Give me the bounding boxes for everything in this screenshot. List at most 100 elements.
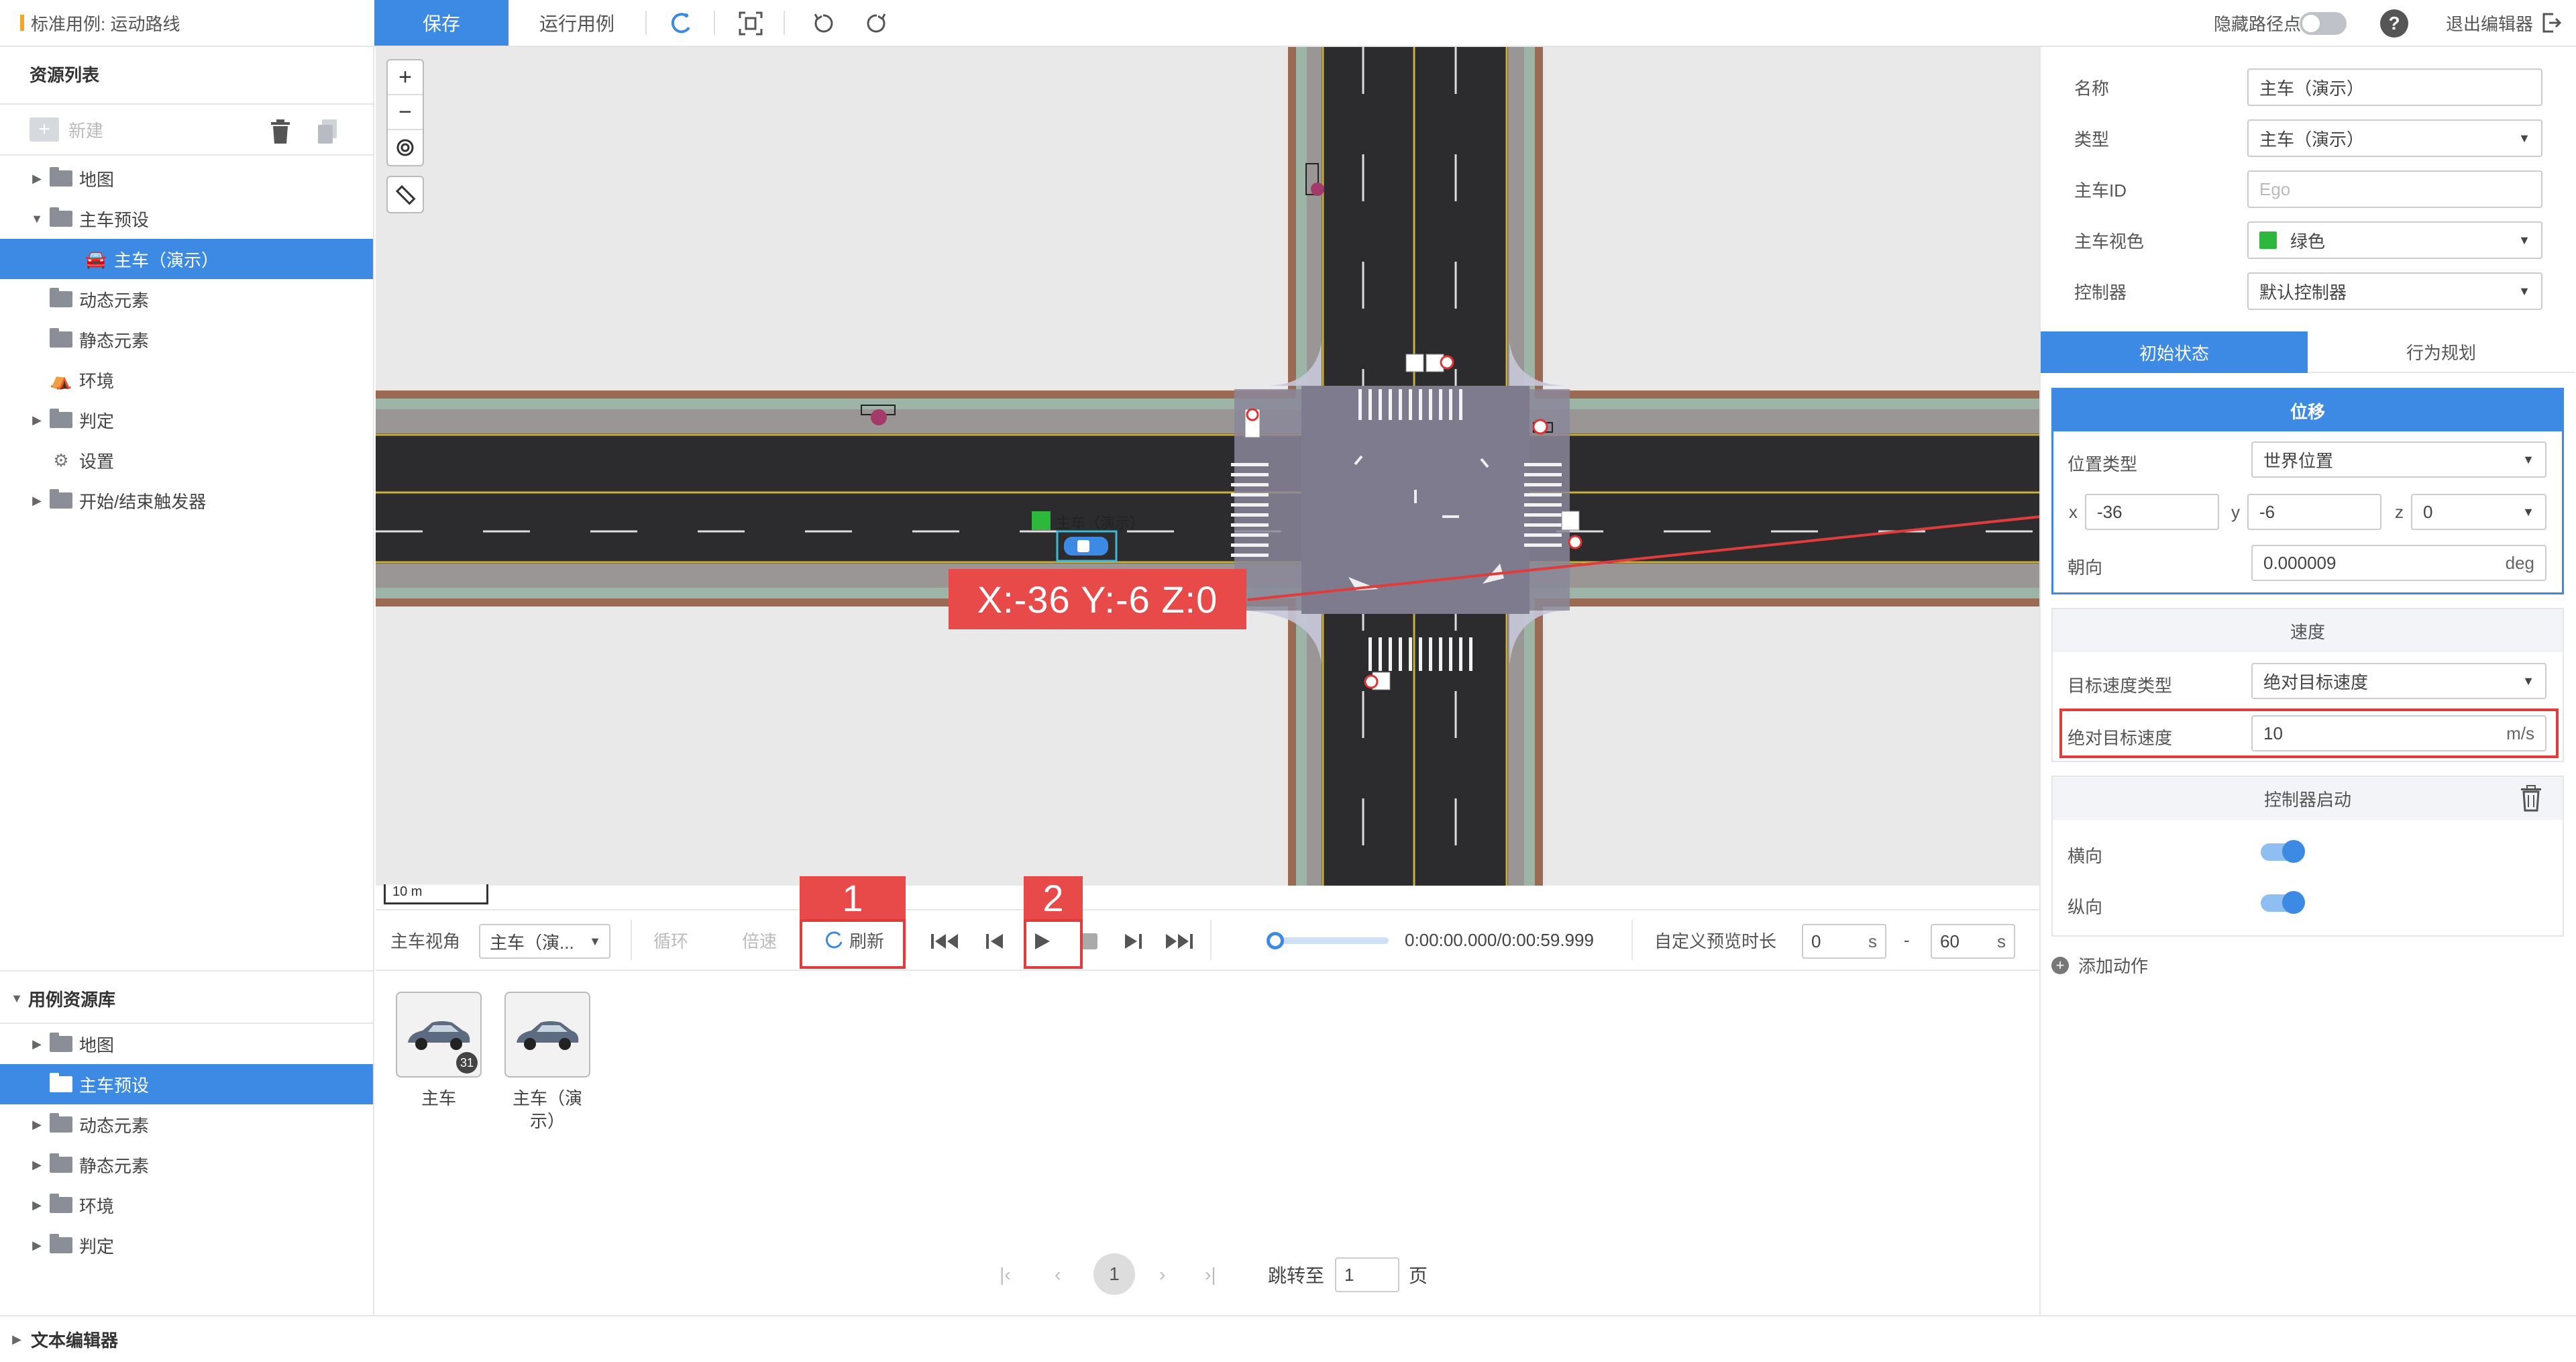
tree-item-triggers[interactable]: ▶ 开始/结束触发器 xyxy=(0,480,373,521)
expand-caret-icon[interactable]: ▶ xyxy=(30,494,44,508)
step-back-icon[interactable] xyxy=(974,921,1014,961)
library-item-map[interactable]: ▶ 地图 xyxy=(0,1024,373,1064)
save-button[interactable]: 保存 xyxy=(374,0,508,46)
map-canvas[interactable]: 主车（演示） xyxy=(376,47,2039,886)
text-editor-bar[interactable]: ▶ 文本编辑器 xyxy=(0,1315,2576,1362)
library-item-ego-presets[interactable]: 主车预设 xyxy=(0,1064,373,1104)
expand-caret-icon[interactable]: ▶ xyxy=(30,1037,44,1051)
view-select-value: 主车（演... xyxy=(490,932,574,953)
magic-icon[interactable] xyxy=(663,5,699,42)
library-item-dynamic[interactable]: ▶ 动态元素 xyxy=(0,1104,373,1145)
run-case-button[interactable]: 运行用例 xyxy=(517,0,637,46)
longitudinal-toggle[interactable] xyxy=(2261,891,2305,914)
position-type-label: 位置类型 xyxy=(2068,454,2138,474)
zoom-out-button[interactable]: − xyxy=(388,95,423,130)
lateral-toggle[interactable] xyxy=(2261,840,2305,863)
exit-editor-button[interactable]: 退出编辑器 xyxy=(2446,0,2563,46)
delete-icon[interactable] xyxy=(268,118,292,145)
library-header[interactable]: ▼ 用例资源库 xyxy=(9,986,115,1011)
preview-end-input[interactable]: 60 s xyxy=(1931,924,2015,959)
add-action-button[interactable]: + 添加动作 xyxy=(2051,953,2148,978)
abs-speed-input[interactable]: 10 m/s xyxy=(2251,715,2546,751)
type-select[interactable]: 主车（演示） ▼ xyxy=(2247,119,2542,157)
fit-view-icon[interactable] xyxy=(733,5,769,42)
abs-speed-unit: m/s xyxy=(2506,723,2534,743)
controller-start-title: 控制器启动 xyxy=(2053,777,2563,820)
playback-progress-knob[interactable] xyxy=(1267,932,1284,949)
speed-type-select[interactable]: 绝对目标速度 ▼ xyxy=(2251,663,2546,699)
tab-initial-state[interactable]: 初始状态 xyxy=(2041,331,2308,373)
folder-icon xyxy=(50,1033,72,1052)
library-item-judge[interactable]: ▶ 判定 xyxy=(0,1225,373,1265)
step-forward-icon[interactable] xyxy=(1114,921,1154,961)
y-input[interactable]: -6 xyxy=(2247,494,2381,530)
controller-select[interactable]: 默认控制器 ▼ xyxy=(2247,272,2542,310)
zoom-in-button[interactable]: + xyxy=(388,60,423,95)
lateral-label: 横向 xyxy=(2068,846,2103,866)
undo-icon[interactable] xyxy=(805,5,841,42)
vehicle-color-swatch xyxy=(1032,511,1051,530)
heading-unit: deg xyxy=(2505,552,2534,573)
hide-waypoints-toggle[interactable] xyxy=(2300,12,2347,35)
tree-item-dynamic[interactable]: 动态元素 xyxy=(0,279,373,319)
loop-button[interactable]: 循环 xyxy=(653,910,688,970)
z-select[interactable]: 0 ▼ xyxy=(2411,494,2546,530)
tree-item-label: 判定 xyxy=(79,1236,115,1257)
redo-icon[interactable] xyxy=(859,5,895,42)
settings-icon: ⚙ xyxy=(53,450,69,470)
x-label: x xyxy=(2069,502,2078,522)
tree-item-judge[interactable]: ▶ 判定 xyxy=(0,400,373,440)
page-current[interactable]: 1 xyxy=(1093,1253,1135,1295)
next-page-icon[interactable]: › xyxy=(1159,1256,1165,1294)
measure-ruler-icon[interactable] xyxy=(386,176,424,213)
asset-card-ego-demo[interactable] xyxy=(504,992,590,1078)
speed-button[interactable]: 倍速 xyxy=(742,910,777,970)
locate-icon[interactable] xyxy=(388,130,423,165)
folder-icon xyxy=(50,1153,72,1173)
expand-caret-icon[interactable]: ▶ xyxy=(30,172,44,186)
tree-item-ego-demo[interactable]: 🚘 主车（演示） xyxy=(0,239,373,279)
heading-input[interactable]: 0.000009 deg xyxy=(2251,545,2546,581)
x-input[interactable]: -36 xyxy=(2085,494,2219,530)
position-type-select[interactable]: 世界位置 ▼ xyxy=(2251,441,2546,478)
name-input[interactable]: 主车（演示） xyxy=(2247,68,2542,106)
asset-card-ego[interactable]: 31 xyxy=(396,992,482,1078)
expand-caret-icon[interactable]: ▶ xyxy=(30,1239,44,1253)
expand-caret-icon[interactable]: ▶ xyxy=(30,1158,44,1172)
library-item-environment[interactable]: ▶ 环境 xyxy=(0,1185,373,1225)
prev-page-icon[interactable]: ‹ xyxy=(1055,1256,1061,1294)
expand-caret-icon[interactable]: ▶ xyxy=(30,1118,44,1132)
help-icon[interactable]: ? xyxy=(2380,9,2408,38)
text-editor-header[interactable]: ▶ 文本编辑器 xyxy=(9,1316,118,1362)
jump-page-input[interactable]: 1 xyxy=(1335,1257,1399,1292)
y-label: y xyxy=(2231,502,2240,522)
unit-label: s xyxy=(1997,931,2006,951)
tree-item-environment[interactable]: ⛺ 环境 xyxy=(0,360,373,400)
copy-icon[interactable] xyxy=(315,118,339,145)
tab-behavior-plan[interactable]: 行为规划 xyxy=(2308,331,2575,373)
delete-card-icon[interactable] xyxy=(2520,785,2542,815)
longitudinal-label: 纵向 xyxy=(2068,897,2103,917)
last-page-icon[interactable]: ›| xyxy=(1205,1256,1216,1294)
view-label: 主车视角 xyxy=(390,931,461,951)
new-button[interactable]: 新建 xyxy=(68,117,103,142)
first-page-icon[interactable]: |‹ xyxy=(1000,1256,1011,1294)
expand-caret-icon[interactable]: ▶ xyxy=(30,1198,44,1212)
color-select[interactable]: 绿色 ▼ xyxy=(2247,221,2542,259)
collapse-caret-icon[interactable]: ▼ xyxy=(30,212,44,226)
tree-item-label: 主车预设 xyxy=(79,209,150,230)
playback-progress-track[interactable] xyxy=(1268,937,1389,944)
preview-start-input[interactable]: 0s xyxy=(1802,924,1886,959)
tree-item-static[interactable]: 静态元素 xyxy=(0,319,373,360)
skip-to-start-icon[interactable] xyxy=(924,921,965,961)
skip-to-end-icon[interactable] xyxy=(1159,921,1199,961)
view-select[interactable]: 主车（演... ▼ xyxy=(479,924,610,959)
tree-item-settings[interactable]: ⚙ 设置 xyxy=(0,440,373,480)
folder-icon xyxy=(50,409,72,428)
new-icon[interactable]: + xyxy=(30,117,59,142)
ego-id-input[interactable]: Ego xyxy=(2247,170,2542,208)
tree-item-map[interactable]: ▶ 地图 xyxy=(0,158,373,199)
library-item-static[interactable]: ▶ 静态元素 xyxy=(0,1145,373,1185)
tree-item-ego-presets[interactable]: ▼ 主车预设 xyxy=(0,199,373,239)
expand-caret-icon[interactable]: ▶ xyxy=(30,413,44,427)
